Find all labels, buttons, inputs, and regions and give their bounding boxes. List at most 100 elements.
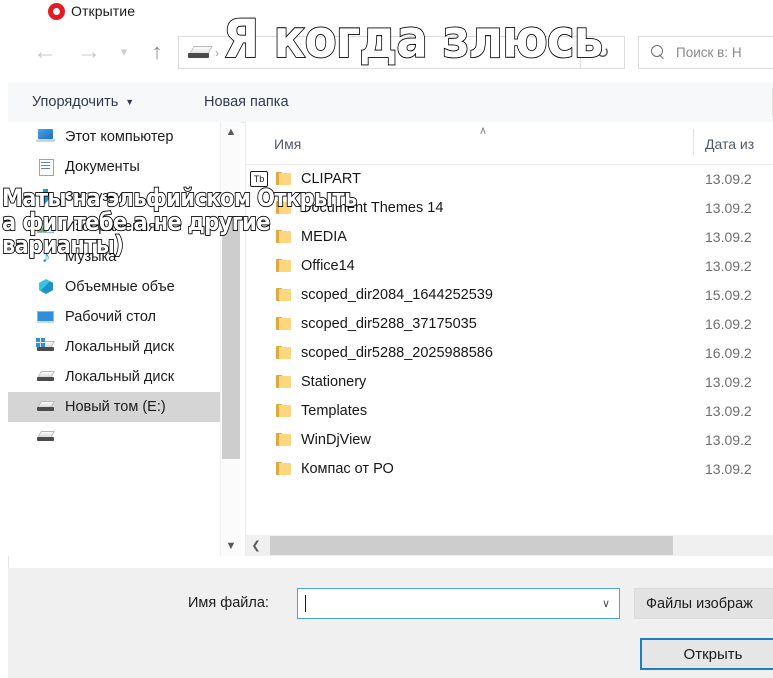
sidebar-item-label: Новый том (E:) xyxy=(65,399,166,415)
sidebar-item-label: Загрузки xyxy=(65,189,124,205)
sidebar-item-pictures[interactable]: Изображения xyxy=(8,212,220,242)
text-cursor xyxy=(305,595,306,612)
row-badge-icon: Тb xyxy=(250,171,268,187)
sidebar-item-local-drive[interactable]: Локальный диск xyxy=(8,362,220,392)
documents-icon xyxy=(36,158,56,176)
sidebar-item-label: Локальный диск xyxy=(65,339,175,355)
table-row[interactable]: Компас от РО 13.09.2 xyxy=(246,454,773,483)
breadcrumb-separator-icon: › xyxy=(215,45,219,60)
search-icon xyxy=(651,45,666,60)
address-bar[interactable]: › xyxy=(178,36,581,69)
up-icon[interactable]: ↑ xyxy=(142,35,172,69)
sidebar-item-label: Локальный диск xyxy=(65,369,175,385)
navigation-bar: ← → ▾ ↑ › ↻ Поиск в: Н xyxy=(8,22,773,82)
column-divider[interactable] xyxy=(693,129,694,155)
file-date: 16.09.2 xyxy=(705,315,752,332)
file-date: 13.09.2 xyxy=(705,170,752,187)
computer-icon xyxy=(35,128,56,146)
open-button[interactable]: Открыть xyxy=(640,638,773,670)
folder-icon xyxy=(276,375,291,388)
table-row[interactable]: scoped_dir5288_2025988586 16.09.2 xyxy=(246,338,773,367)
organize-button[interactable]: Упорядочить ▼ xyxy=(32,82,134,122)
folder-icon xyxy=(276,404,291,417)
sidebar-item-desktop[interactable]: Рабочий стол xyxy=(8,302,220,332)
table-row[interactable]: Document Themes 14 13.09.2 xyxy=(246,193,773,222)
sidebar-scrollbar[interactable]: ▲ ▼ xyxy=(220,122,241,556)
system-drive-icon xyxy=(36,338,56,356)
table-row[interactable]: Templates 13.09.2 xyxy=(246,396,773,425)
organize-label: Упорядочить xyxy=(32,94,119,110)
table-row[interactable]: Stationery 13.09.2 xyxy=(246,367,773,396)
drive-icon xyxy=(36,428,56,446)
folder-icon xyxy=(276,201,291,214)
file-name: Document Themes 14 xyxy=(301,199,444,216)
3d-objects-icon xyxy=(36,278,56,296)
file-date: 13.09.2 xyxy=(705,228,752,245)
drive-icon xyxy=(188,45,213,60)
sidebar-item-new-volume[interactable]: Новый том (E:) xyxy=(8,392,220,422)
chevron-up-icon[interactable]: ▲ xyxy=(221,122,241,142)
table-row[interactable]: WinDjView 13.09.2 xyxy=(246,425,773,454)
file-date: 15.09.2 xyxy=(705,286,752,303)
file-name: Office14 xyxy=(301,257,355,274)
search-box[interactable]: Поиск в: Н xyxy=(638,36,773,69)
file-name: MEDIA xyxy=(301,228,347,245)
forward-icon[interactable]: → xyxy=(72,35,106,69)
refresh-icon[interactable]: ↻ xyxy=(581,36,625,69)
scrollbar-thumb[interactable] xyxy=(222,219,240,459)
sidebar-item-system-drive[interactable]: Локальный диск xyxy=(8,332,220,362)
new-folder-button[interactable]: Новая папка xyxy=(204,82,289,122)
file-name: scoped_dir5288_2025988586 xyxy=(301,344,493,361)
sidebar-item-downloads[interactable]: Загрузки xyxy=(8,182,220,212)
sidebar-item-this-pc[interactable]: Этот компьютер xyxy=(8,122,220,152)
file-list-horizontal-scrollbar[interactable]: ❮ xyxy=(246,535,773,556)
table-row[interactable]: scoped_dir2084_1644252539 15.09.2 xyxy=(246,280,773,309)
sidebar-item-documents[interactable]: Документы xyxy=(8,152,220,182)
sidebar-item-music[interactable]: ♪ Музыка xyxy=(8,242,220,272)
file-date: 13.09.2 xyxy=(705,257,752,274)
column-header-date[interactable]: Дата из xyxy=(705,136,754,152)
folder-icon xyxy=(276,433,291,446)
file-date: 13.09.2 xyxy=(705,373,752,390)
sidebar-item-partial[interactable] xyxy=(8,422,220,452)
file-name: Templates xyxy=(301,402,368,419)
file-date: 13.09.2 xyxy=(705,431,752,448)
back-icon[interactable]: ← xyxy=(28,35,62,69)
drive-icon xyxy=(36,368,56,386)
file-type-filter[interactable]: Файлы изображ xyxy=(634,588,773,619)
folder-icon xyxy=(276,462,291,475)
folder-icon xyxy=(276,230,291,243)
chevron-down-icon[interactable]: ▾ xyxy=(112,35,136,69)
scrollbar-thumb[interactable] xyxy=(270,536,673,555)
opera-icon xyxy=(48,2,65,20)
chevron-left-icon[interactable]: ❮ xyxy=(246,535,266,556)
sidebar-item-label: Музыка xyxy=(65,249,117,265)
table-row[interactable]: MEDIA 13.09.2 xyxy=(246,222,773,251)
pictures-icon xyxy=(36,218,56,236)
file-date: 13.09.2 xyxy=(705,402,752,419)
sidebar-item-3d-objects[interactable]: Объемные объе xyxy=(8,272,220,302)
downloads-icon xyxy=(36,188,56,206)
file-name: CLIPART xyxy=(301,170,361,187)
file-date: 13.09.2 xyxy=(705,460,752,477)
sidebar-item-label: Объемные объе xyxy=(65,279,175,295)
column-header-row: Имя ∧ Дата из xyxy=(246,122,773,165)
title-bar: Открытие xyxy=(8,0,773,22)
chevron-down-icon[interactable]: ▼ xyxy=(221,536,241,556)
table-row[interactable]: Office14 13.09.2 xyxy=(246,251,773,280)
file-name-input[interactable]: ∨ xyxy=(297,588,620,619)
chevron-down-icon: ▼ xyxy=(125,97,135,107)
chevron-down-icon[interactable]: ∨ xyxy=(593,589,619,618)
file-name: scoped_dir5288_37175035 xyxy=(301,315,477,332)
command-bar: Упорядочить ▼ Новая папка xyxy=(8,82,773,123)
file-name: WinDjView xyxy=(301,431,371,448)
sort-ascending-icon: ∧ xyxy=(479,125,488,137)
table-row[interactable]: Тb CLIPART 13.09.2 xyxy=(246,164,773,193)
sidebar-item-label: Этот компьютер xyxy=(65,129,174,145)
table-row[interactable]: scoped_dir5288_37175035 16.09.2 xyxy=(246,309,773,338)
column-header-name[interactable]: Имя xyxy=(274,136,301,152)
file-name: Компас от РО xyxy=(301,460,394,477)
folder-icon xyxy=(276,259,291,272)
music-icon: ♪ xyxy=(41,247,51,266)
folder-icon xyxy=(276,317,291,330)
